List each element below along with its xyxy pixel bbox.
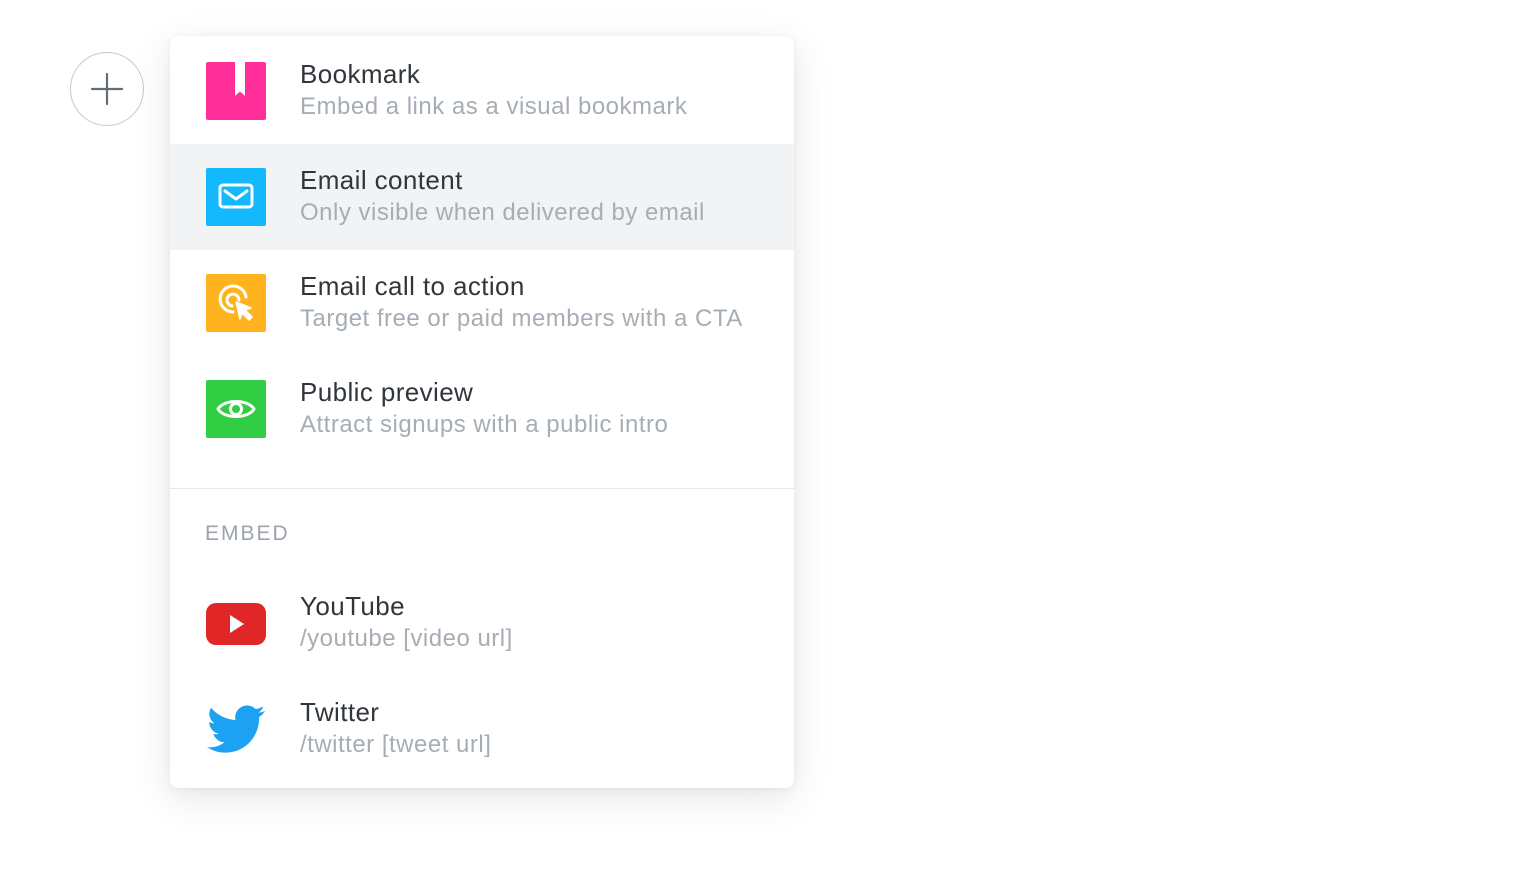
menu-item-title: Bookmark [300, 59, 421, 89]
menu-item-description: Attract signups with a public intro [300, 411, 669, 438]
twitter-icon [206, 700, 266, 758]
add-card-button[interactable] [70, 52, 144, 126]
menu-item-description: Target free or paid members with a CTA [300, 305, 743, 332]
eye-icon [206, 380, 266, 438]
menu-item-email-cta[interactable]: Email call to action Target free or paid… [170, 250, 794, 356]
menu-item-title: Public preview [300, 377, 474, 407]
menu-item-description: /youtube [video url] [300, 625, 513, 652]
menu-item-email-content[interactable]: Email content Only visible when delivere… [170, 144, 794, 250]
menu-item-description: /twitter [tweet url] [300, 731, 492, 758]
cursor-click-icon [206, 274, 266, 332]
menu-item-public-preview[interactable]: Public preview Attract signups with a pu… [170, 356, 794, 462]
menu-item-twitter[interactable]: Twitter /twitter [tweet url] [170, 676, 794, 782]
card-menu: Bookmark Embed a link as a visual bookma… [170, 36, 794, 788]
youtube-icon [206, 594, 266, 652]
bookmark-icon [206, 62, 266, 120]
menu-item-youtube[interactable]: YouTube /youtube [video url] [170, 570, 794, 676]
menu-item-title: YouTube [300, 591, 405, 621]
menu-item-title: Twitter [300, 697, 380, 727]
plus-icon [90, 72, 124, 106]
embed-section-header: EMBED [205, 522, 290, 545]
menu-item-bookmark[interactable]: Bookmark Embed a link as a visual bookma… [170, 36, 794, 142]
section-divider [170, 488, 794, 489]
menu-item-title: Email content [300, 165, 463, 195]
menu-item-title: Email call to action [300, 271, 525, 301]
menu-item-description: Only visible when delivered by email [300, 199, 705, 226]
menu-item-description: Embed a link as a visual bookmark [300, 93, 688, 120]
envelope-icon [206, 168, 266, 226]
